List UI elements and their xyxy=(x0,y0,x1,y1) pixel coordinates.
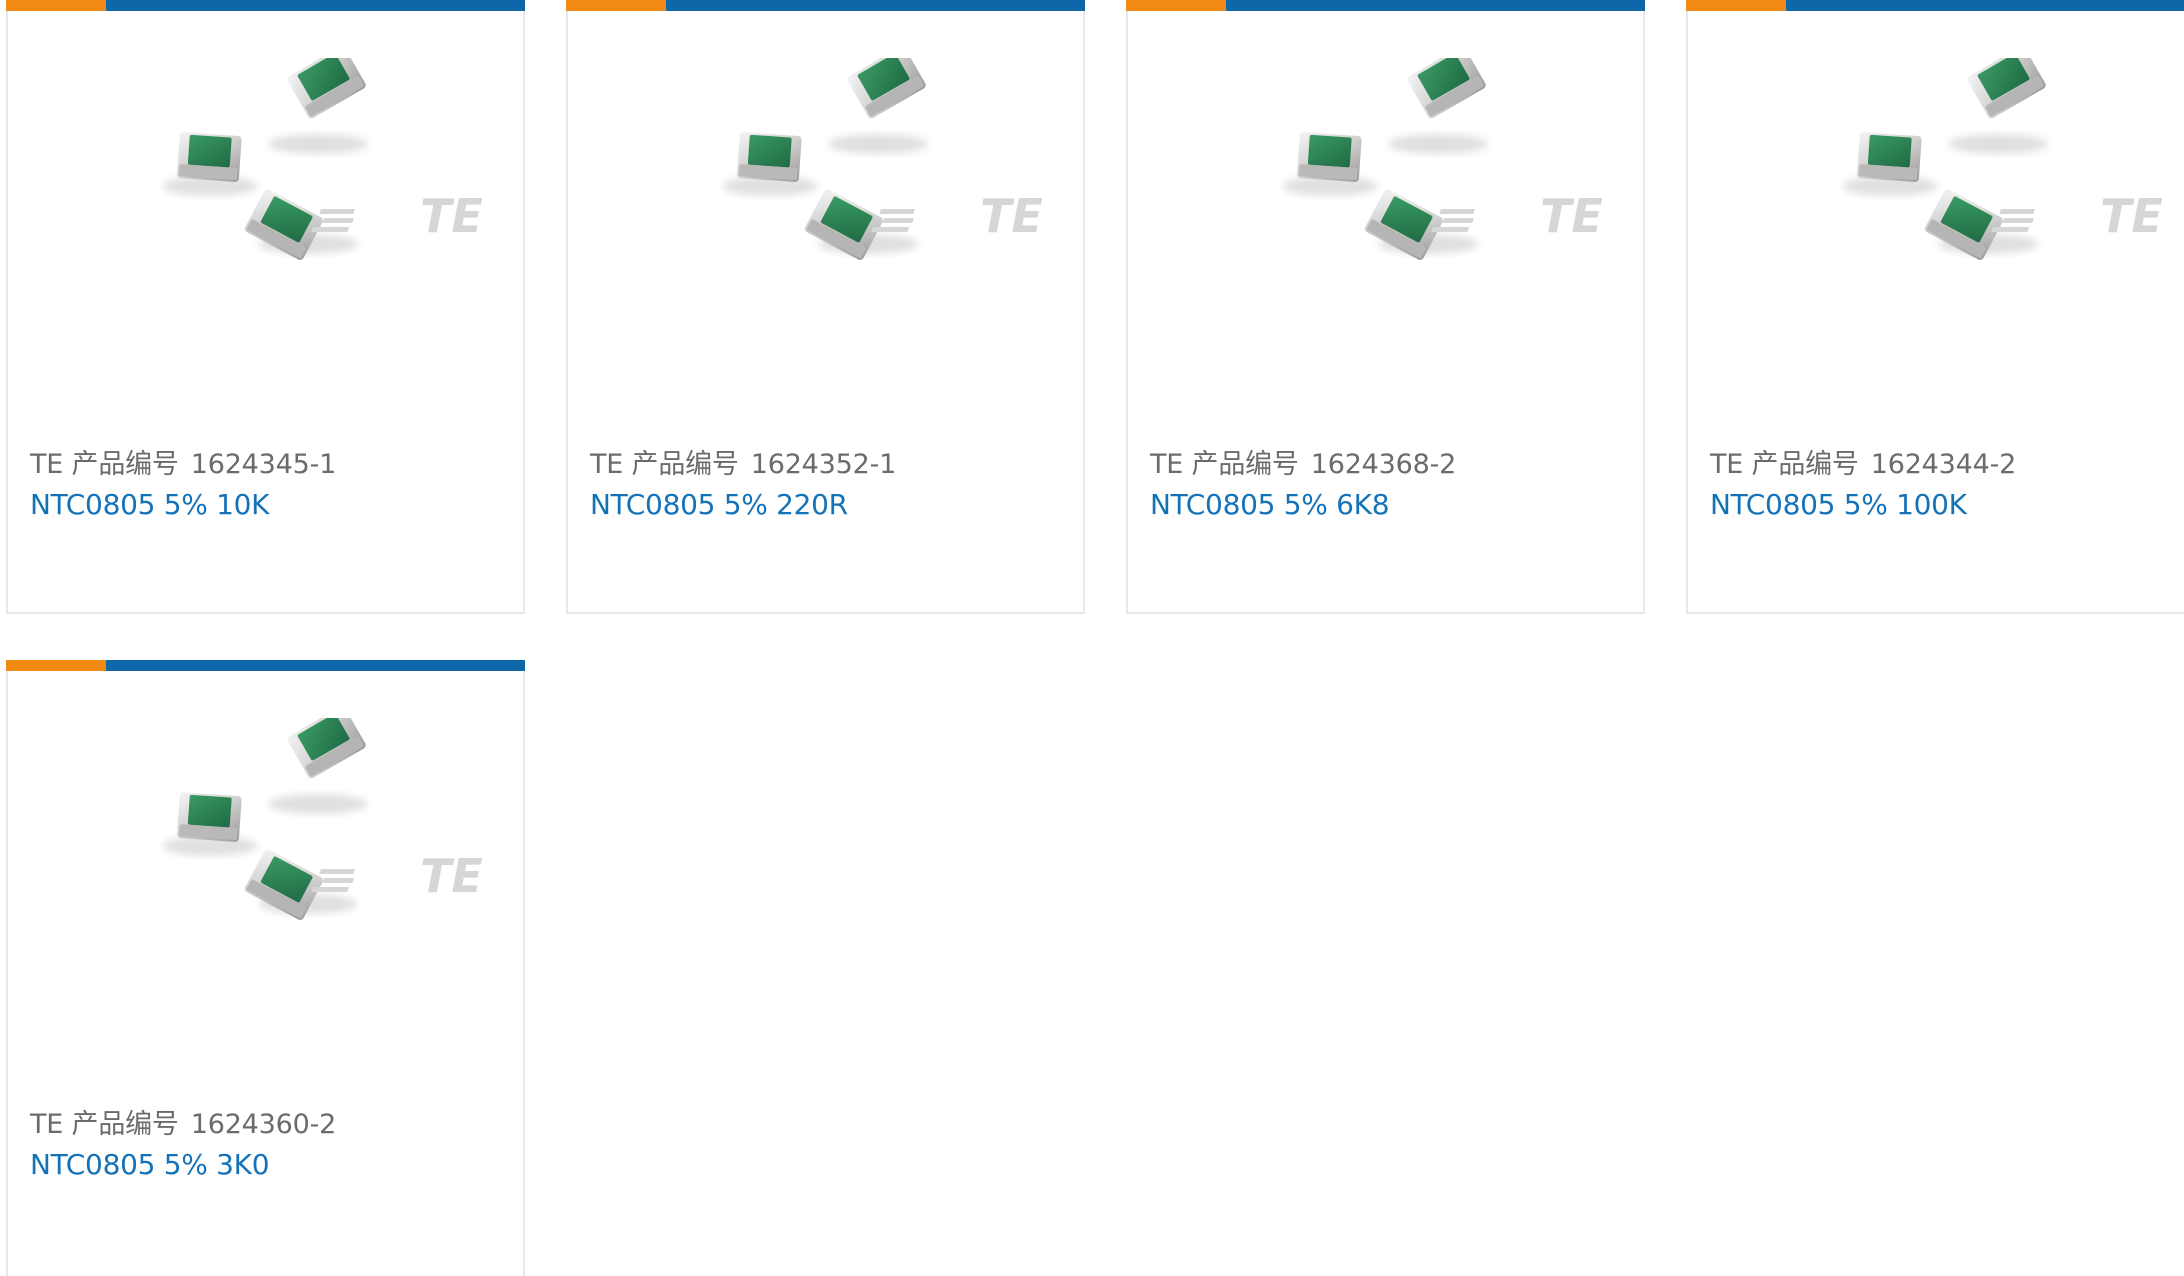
product-description-link[interactable]: NTC0805 5% 220R xyxy=(590,488,848,521)
part-number: TE 产品编号 1624352-1 xyxy=(590,442,896,481)
part-number-label: TE 产品编号 xyxy=(30,1109,179,1140)
part-number-label: TE 产品编号 xyxy=(1150,449,1299,480)
part-number-value: 1624344-2 xyxy=(1870,449,2017,480)
part-number-value: 1624360-2 xyxy=(190,1109,337,1140)
card-top-bar xyxy=(6,660,525,671)
card-accent-bar xyxy=(566,0,666,11)
part-number-value: 1624352-1 xyxy=(750,449,897,480)
product-card[interactable]: TE TE 产品编号 1624352-1 NTC0805 5% 220R xyxy=(566,0,1085,614)
part-number-label: TE 产品编号 xyxy=(1710,449,1859,480)
product-card[interactable]: TE TE 产品编号 1624360-2 NTC0805 5% 3K0 xyxy=(6,660,525,1276)
smd-thermistor-chips-image[interactable]: TE xyxy=(158,718,498,958)
product-description-link[interactable]: NTC0805 5% 3K0 xyxy=(30,1148,270,1181)
smd-thermistor-chips-image[interactable]: TE xyxy=(1838,58,2178,298)
te-logo: TE xyxy=(1540,189,1603,243)
card-top-bar xyxy=(1126,0,1645,11)
te-logo: TE xyxy=(420,849,483,903)
card-top-bar xyxy=(6,0,525,11)
smd-thermistor-chips-image[interactable]: TE xyxy=(1278,58,1618,298)
te-logo: TE xyxy=(980,189,1043,243)
product-description-link[interactable]: NTC0805 5% 6K8 xyxy=(1150,488,1390,521)
card-accent-bar xyxy=(6,660,106,671)
product-card[interactable]: TE TE 产品编号 1624368-2 NTC0805 5% 6K8 xyxy=(1126,0,1645,614)
part-number: TE 产品编号 1624360-2 xyxy=(30,1102,336,1141)
product-card[interactable]: TE TE 产品编号 1624344-2 NTC0805 5% 100K xyxy=(1686,0,2184,614)
smd-thermistor-chips-image[interactable]: TE xyxy=(718,58,1058,298)
part-number: TE 产品编号 1624344-2 xyxy=(1710,442,2016,481)
part-number-label: TE 产品编号 xyxy=(30,449,179,480)
card-top-bar xyxy=(1686,0,2184,11)
card-top-bar xyxy=(566,0,1085,11)
te-logo: TE xyxy=(2100,189,2163,243)
product-card[interactable]: TE TE 产品编号 1624345-1 NTC0805 5% 10K xyxy=(6,0,525,614)
smd-thermistor-chips-image[interactable]: TE xyxy=(158,58,498,298)
part-number: TE 产品编号 1624368-2 xyxy=(1150,442,1456,481)
part-number: TE 产品编号 1624345-1 xyxy=(30,442,336,481)
product-description-link[interactable]: NTC0805 5% 100K xyxy=(1710,488,1967,521)
card-accent-bar xyxy=(1126,0,1226,11)
part-number-value: 1624345-1 xyxy=(190,449,337,480)
product-grid: TE TE 产品编号 1624345-1 NTC0805 5% 10K TE TE… xyxy=(0,0,2184,1276)
part-number-label: TE 产品编号 xyxy=(590,449,739,480)
part-number-value: 1624368-2 xyxy=(1310,449,1457,480)
card-accent-bar xyxy=(1686,0,1786,11)
product-description-link[interactable]: NTC0805 5% 10K xyxy=(30,488,270,521)
card-accent-bar xyxy=(6,0,106,11)
te-logo: TE xyxy=(420,189,483,243)
